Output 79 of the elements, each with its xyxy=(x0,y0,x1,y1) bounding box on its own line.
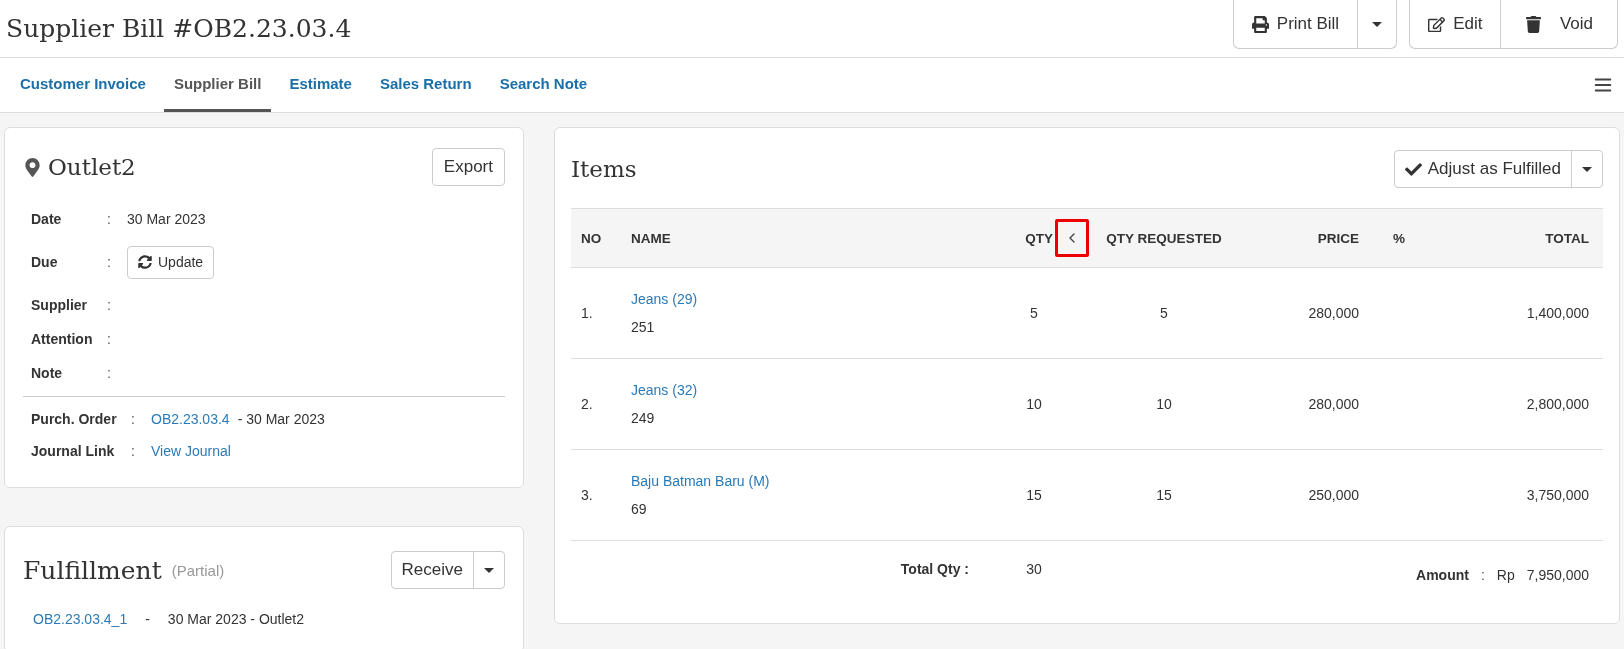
column-header: NO xyxy=(581,230,603,246)
item-code: 249 xyxy=(631,410,656,426)
table-cell-text: 1,400,000 xyxy=(1525,305,1589,321)
row-number: 2. xyxy=(581,396,594,412)
map-pin-icon xyxy=(23,157,42,177)
column-header: QTY REQUESTED xyxy=(1105,230,1223,246)
tab[interactable]: Estimate xyxy=(279,58,362,112)
link[interactable]: OB2.23.03.4_1 xyxy=(33,611,128,627)
table-cell-text: 5 xyxy=(1159,305,1169,321)
item-code: 69 xyxy=(631,501,648,517)
currency: Rp xyxy=(1496,567,1515,583)
column-header: QTY xyxy=(1025,230,1053,246)
table-cell-text: 280,000 xyxy=(1307,396,1359,412)
colon: : xyxy=(131,411,136,427)
location-name: Outlet2 xyxy=(48,154,136,180)
column-header: % xyxy=(1392,230,1406,246)
field-value: 30 Mar 2023 xyxy=(127,211,207,227)
edit-button[interactable]: Edit xyxy=(1410,0,1501,48)
card-title: Fulfillment xyxy=(23,555,162,585)
colon: : xyxy=(131,443,136,459)
caret-icon xyxy=(1372,21,1383,27)
field-label: Supplier xyxy=(31,297,88,313)
table-cell-text: 15 xyxy=(1025,487,1043,503)
page-title: Supplier Bill #OB2.23.03.4 xyxy=(6,14,352,43)
refresh-icon xyxy=(138,255,152,269)
table-cell-text: 2,800,000 xyxy=(1525,396,1589,412)
colon: : xyxy=(107,331,112,347)
caret-icon xyxy=(484,567,494,573)
colon: : xyxy=(107,365,112,381)
check-icon xyxy=(1404,160,1422,178)
field-label: Attention xyxy=(31,331,94,347)
link[interactable]: OB2.23.03.4 xyxy=(151,411,230,427)
field-label: Purch. Order xyxy=(31,411,118,427)
printer-icon xyxy=(1251,15,1269,33)
tab[interactable]: Search Note xyxy=(489,58,598,112)
table-cell-text: 5 xyxy=(1029,305,1039,321)
item-code: 251 xyxy=(631,319,656,335)
row-number: 3. xyxy=(581,487,594,503)
table-cell-text: 3,750,000 xyxy=(1525,487,1589,503)
field-label: Due xyxy=(31,254,59,270)
table-cell-text: 10 xyxy=(1155,396,1173,412)
row-number: 1. xyxy=(581,305,594,321)
chevron-left-icon[interactable] xyxy=(1055,219,1089,257)
amount-label: Amount xyxy=(1416,567,1469,583)
table-cell-text: 250,000 xyxy=(1307,487,1359,503)
table-cell-text: 10 xyxy=(1025,396,1043,412)
colon: : xyxy=(107,297,112,313)
amount-value: 7,950,000 xyxy=(1526,567,1589,583)
void-button[interactable]: Void xyxy=(1500,0,1617,48)
colon: : xyxy=(1480,567,1485,583)
total-qty-label: Total Qty : xyxy=(899,561,970,579)
separator: - xyxy=(145,611,150,627)
item-link[interactable]: Jeans (29) xyxy=(631,291,979,307)
column-header: PRICE xyxy=(1316,230,1359,246)
status-text: (Partial) xyxy=(171,561,225,579)
field-value: - 30 Mar 2023 xyxy=(237,411,325,427)
card-title: Items xyxy=(571,156,637,182)
colon: : xyxy=(107,254,112,270)
edit-icon xyxy=(1428,15,1446,33)
item-link[interactable]: Baju Batman Baru (M) xyxy=(631,473,979,489)
field-label: Journal Link xyxy=(31,443,116,459)
field-label: Note xyxy=(31,365,64,381)
tab[interactable]: Customer Invoice xyxy=(10,58,156,112)
total-qty: 30 xyxy=(1025,561,1043,579)
table-cell-text: 15 xyxy=(1155,487,1173,503)
tab[interactable]: Sales Return xyxy=(369,58,482,112)
caret-icon xyxy=(1582,166,1592,172)
table-cell-text: 280,000 xyxy=(1307,305,1359,321)
column-header: NAME xyxy=(631,230,672,246)
tab[interactable]: Supplier Bill xyxy=(163,58,272,112)
link[interactable]: View Journal xyxy=(151,443,231,459)
field-label: Date xyxy=(31,211,63,227)
export-button[interactable]: Export xyxy=(431,148,505,186)
trash-icon xyxy=(1525,15,1543,33)
column-header: TOTAL xyxy=(1544,230,1589,246)
entry-detail: 30 Mar 2023 - Outlet2 xyxy=(167,611,305,627)
item-link[interactable]: Jeans (32) xyxy=(631,382,979,398)
update-button[interactable]: Update xyxy=(127,245,215,279)
colon: : xyxy=(107,211,112,227)
